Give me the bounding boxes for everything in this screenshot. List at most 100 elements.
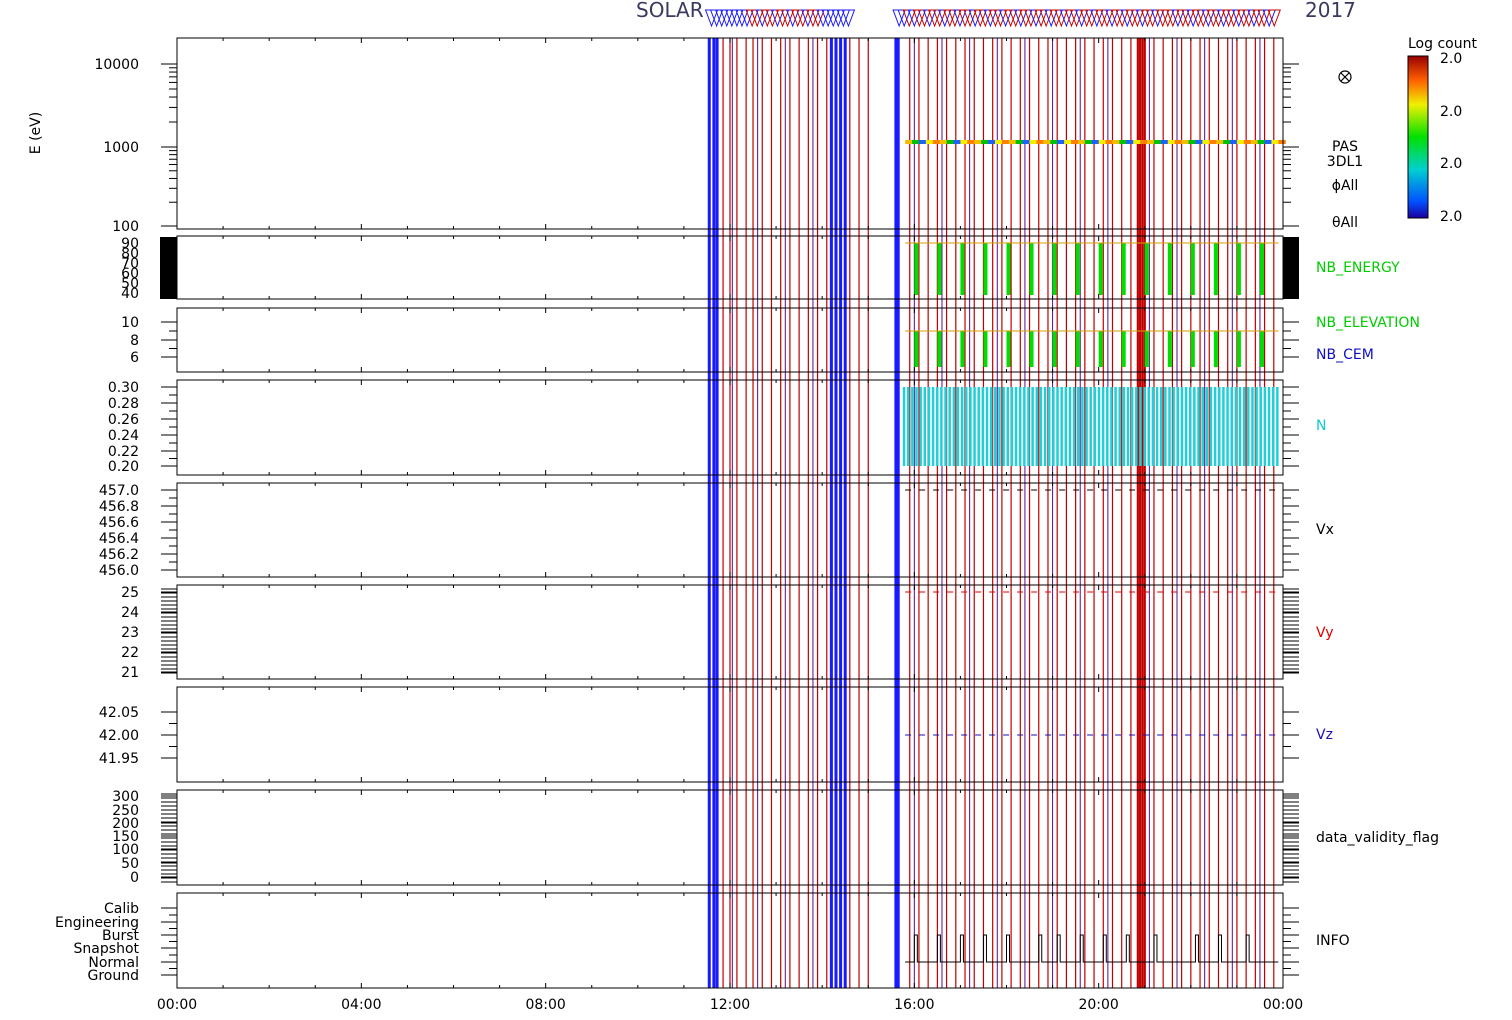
density-bar [1077, 387, 1080, 466]
energy-spectrogram-cell [1043, 140, 1051, 144]
energy-spectrogram-cell [1216, 140, 1224, 144]
density-bar [1122, 387, 1126, 466]
energy-spectrogram-cell [981, 140, 989, 144]
energy-spectrogram-cell [1153, 140, 1162, 144]
ytick-label: 25 [121, 585, 139, 601]
density-bar [911, 387, 914, 466]
time-axis: 00:00 04:00 08:00 12:00 16:00 20:00 00:00 [157, 997, 1303, 1013]
density-bar [1218, 387, 1221, 466]
energy-spectrogram-cell [1029, 140, 1037, 144]
ytick-label: 24 [121, 605, 139, 621]
nb-energy-left-block [160, 237, 177, 299]
xtick-label: 00:00 [1263, 997, 1303, 1013]
colorbar: Log count 2.0 2.0 2.0 2.0 [1407, 36, 1477, 225]
density-bar [1147, 387, 1151, 466]
density-bar [965, 387, 968, 466]
nb-elevation-pulse [1167, 331, 1172, 367]
energy-spectrogram-cell [1133, 140, 1141, 144]
density-bar [1234, 387, 1238, 466]
density-bar [1238, 387, 1242, 466]
ytick-label: 41.95 [99, 751, 139, 767]
ytick-label: Ground [88, 968, 140, 984]
density-bar [919, 387, 922, 466]
ytick-label: 10000 [94, 57, 139, 73]
density-bar [1271, 387, 1275, 466]
panel-series-label: N [1316, 418, 1326, 434]
density-bar [1023, 387, 1026, 466]
panel-series-label: 3DL1 [1327, 154, 1363, 170]
energy-spectrogram-cell [1236, 140, 1245, 144]
density-bar [931, 387, 935, 466]
energy-spectrogram-cell [1008, 140, 1017, 144]
nb-elevation-pulse [983, 331, 988, 367]
nb-energy-pulse [937, 243, 942, 295]
density-bar [1176, 387, 1180, 466]
nb-energy-pulse [960, 243, 965, 295]
energy-spectrogram-cell [918, 140, 927, 144]
panel-series-label: NB_CEM [1316, 347, 1374, 363]
energy-spectrogram-cell [1188, 140, 1196, 144]
energy-spectrogram-cell [1126, 140, 1134, 144]
energy-spectrogram-cell [1022, 140, 1031, 144]
density-bar [1193, 387, 1196, 466]
nb-energy-pulse [1236, 243, 1241, 295]
energy-spectrogram-cell [1071, 140, 1079, 144]
density-bar [969, 387, 972, 466]
density-bar [1184, 387, 1188, 466]
energy-spectrogram-cell [1195, 140, 1203, 144]
density-bar [1143, 387, 1146, 466]
density-bar [1027, 387, 1030, 466]
density-bar [1230, 387, 1233, 466]
energy-spectrogram-cell [946, 140, 955, 144]
colorbar-scale [1407, 55, 1429, 219]
density-bar [902, 387, 906, 466]
density-bar [1159, 387, 1163, 466]
nb-energy-pulse [1190, 243, 1195, 295]
ytick-label: 1000 [103, 140, 139, 156]
density-bar [985, 387, 989, 466]
energy-spectrogram-cell [1257, 140, 1266, 144]
density-bar [1035, 387, 1039, 466]
nb-energy-pulse [1006, 243, 1011, 295]
energy-spectrogram-cell [1147, 140, 1155, 144]
density-bar [927, 387, 931, 466]
nb-elevation-pulse [1190, 331, 1195, 367]
nb-elevation-pulse [937, 331, 942, 367]
nb-elevation-pulse [1029, 331, 1034, 367]
panel-series-label: NB_ELEVATION [1316, 315, 1420, 331]
density-bar [1155, 387, 1159, 466]
density-bar [1197, 387, 1200, 466]
energy-spectrogram-cell [1278, 140, 1286, 144]
plot-title: SOLAR [636, 0, 704, 22]
energy-spectrogram-cell [1084, 140, 1093, 144]
density-bar [1047, 387, 1051, 466]
panel-series-label: Vx [1316, 522, 1334, 538]
nb-energy-pulse [1167, 243, 1172, 295]
density-bar [1263, 387, 1267, 466]
density-bar [1060, 387, 1063, 466]
nb-energy-pulse [1075, 243, 1080, 295]
ytick-label: 456.4 [99, 531, 139, 547]
density-bar [1242, 387, 1246, 466]
density-bar [935, 387, 939, 466]
density-bar [1052, 387, 1055, 466]
nb-elevation-pulse [914, 331, 919, 367]
cross-symbol-icon [1338, 70, 1352, 84]
ytick-label: 23 [121, 625, 139, 641]
panel-series-label: NB_ENERGY [1316, 260, 1400, 276]
panel-series-label: PAS [1332, 139, 1358, 155]
energy-spectrogram-cell [967, 140, 975, 144]
energy-spectrogram-cell [925, 140, 934, 144]
density-bar [956, 387, 960, 466]
nb-energy-right-block [1283, 237, 1299, 299]
ytick-label: 42.05 [99, 705, 139, 721]
energy-spectrogram-cell [1174, 140, 1183, 144]
density-bar [994, 387, 997, 466]
ytick-label: 6 [130, 350, 139, 366]
density-bar [1251, 387, 1254, 466]
panel-series-label: ϕAll [1332, 178, 1359, 194]
ytick-label: 0.28 [108, 396, 139, 412]
energy-spectrogram-cell [1202, 140, 1210, 144]
plot-title-year: 2017 [1305, 0, 1356, 22]
energy-spectrogram-cell [960, 140, 968, 144]
